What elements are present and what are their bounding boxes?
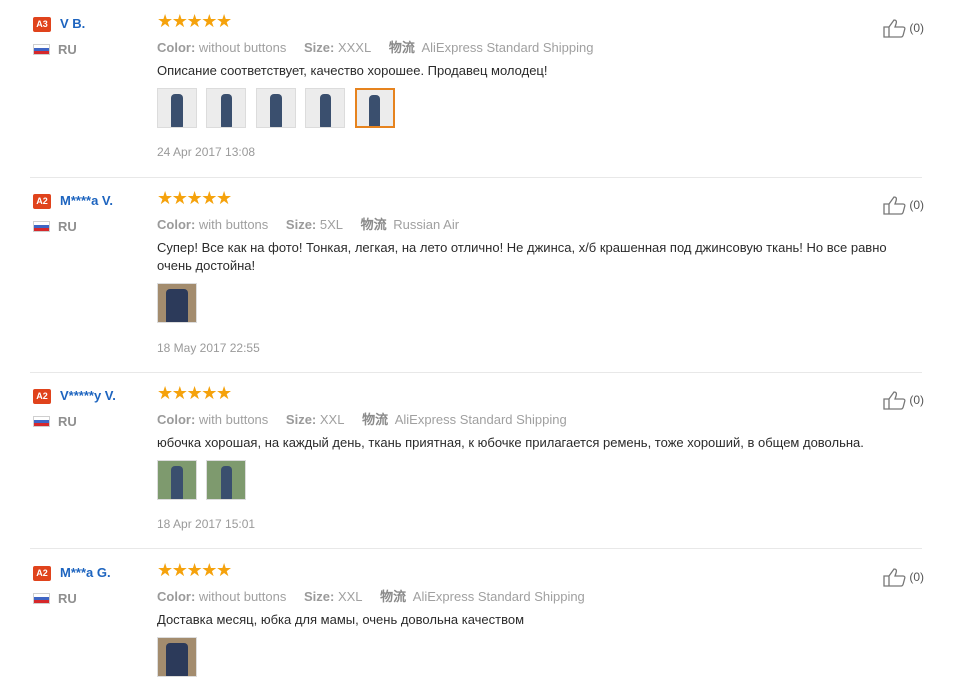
order-attributes: Color: with buttons Size: XXL 物流 AliExpr… — [157, 409, 581, 428]
shipping-label: 物流 — [380, 589, 407, 604]
review-item: A3 V B. RU ★★★★★ Color: without buttons … — [30, 11, 924, 178]
reviewer-name-link[interactable]: M****a V. — [60, 193, 113, 208]
color-label: Color: — [157, 40, 196, 55]
star-rating: ★★★★★ — [157, 11, 232, 31]
color-value: with buttons — [198, 217, 269, 232]
review-date: 24 Apr 2017 13:08 — [157, 145, 256, 159]
review-photo-thumbnail[interactable] — [157, 283, 197, 323]
review-text: Супер! Все как на фото! Тонкая, легкая, … — [157, 240, 887, 273]
size-value: XXL — [337, 589, 363, 604]
review-text: юбочка хорошая, на каждый день, ткань пр… — [157, 435, 864, 450]
color-value: without buttons — [198, 40, 287, 55]
thumbs-up-icon — [883, 196, 906, 215]
review-photo-thumbnail[interactable] — [157, 637, 197, 677]
size-label: Size: — [285, 412, 317, 427]
helpful-count: (0) — [909, 21, 924, 35]
star-rating: ★★★★★ — [157, 188, 232, 208]
star-rating: ★★★★★ — [157, 383, 232, 403]
review-photos — [157, 460, 251, 500]
size-label: Size: — [285, 217, 317, 232]
review-item: A2 M****a V. RU ★★★★★ Color: with button… — [30, 188, 924, 373]
reviewer-country: RU — [58, 591, 77, 606]
shipping-value: AliExpress Standard Shipping — [421, 40, 594, 55]
color-value: with buttons — [198, 412, 269, 427]
size-label: Size: — [303, 589, 335, 604]
buyer-level-badge: A2 — [33, 194, 51, 209]
review-item: A2 V*****y V. RU ★★★★★ Color: with butto… — [30, 383, 924, 549]
helpful-count: (0) — [909, 393, 924, 407]
russia-flag-icon — [33, 593, 50, 604]
helpful-count: (0) — [909, 570, 924, 584]
review-photos — [157, 637, 202, 677]
star-rating: ★★★★★ — [157, 560, 232, 580]
helpful-button[interactable]: (0) — [883, 18, 924, 38]
thumbs-up-icon — [883, 391, 906, 410]
russia-flag-icon — [33, 44, 50, 55]
thumbs-up-icon — [883, 19, 906, 38]
helpful-count: (0) — [909, 198, 924, 212]
size-value: 5XL — [319, 217, 344, 232]
color-label: Color: — [157, 589, 196, 604]
helpful-button[interactable]: (0) — [883, 195, 924, 215]
reviewer-name-link[interactable]: M***a G. — [60, 565, 111, 580]
order-attributes: Color: with buttons Size: 5XL 物流 Russian… — [157, 214, 473, 233]
shipping-value: AliExpress Standard Shipping — [394, 412, 567, 427]
order-attributes: Color: without buttons Size: XXXL 物流 Ali… — [157, 37, 607, 56]
helpful-button[interactable]: (0) — [883, 567, 924, 587]
russia-flag-icon — [33, 416, 50, 427]
shipping-label: 物流 — [360, 217, 387, 232]
buyer-level-badge: A2 — [33, 566, 51, 581]
reviewer-name-link[interactable]: V*****y V. — [60, 388, 116, 403]
buyer-level-badge: A3 — [33, 17, 51, 32]
reviewer-country: RU — [58, 42, 77, 57]
review-photo-thumbnail[interactable] — [206, 88, 247, 128]
reviewer-country: RU — [58, 414, 77, 429]
color-label: Color: — [157, 217, 196, 232]
review-photo-thumbnail[interactable] — [157, 88, 197, 128]
shipping-value: AliExpress Standard Shipping — [412, 589, 585, 604]
review-photos — [157, 283, 202, 323]
shipping-value: Russian Air — [393, 217, 460, 232]
review-photo-thumbnail[interactable] — [305, 88, 346, 128]
color-label: Color: — [157, 412, 196, 427]
russia-flag-icon — [33, 221, 50, 232]
size-label: Size: — [303, 40, 335, 55]
order-attributes: Color: without buttons Size: XXL 物流 AliE… — [157, 586, 599, 605]
review-photo-thumbnail[interactable] — [206, 460, 247, 500]
reviewer-country: RU — [58, 219, 77, 234]
buyer-level-badge: A2 — [33, 389, 51, 404]
review-date: 18 May 2017 22:55 — [157, 341, 260, 355]
size-value: XXXL — [337, 40, 372, 55]
thumbs-up-icon — [883, 568, 906, 587]
reviewer-name-link[interactable]: V B. — [60, 16, 85, 31]
shipping-label: 物流 — [362, 412, 389, 427]
review-date: 18 Apr 2017 15:01 — [157, 517, 256, 531]
review-photos — [157, 88, 400, 128]
review-item: A2 M***a G. RU ★★★★★ Color: without butt… — [30, 560, 924, 683]
review-text: Доставка месяц, юбка для мамы, очень дов… — [157, 612, 525, 627]
helpful-button[interactable]: (0) — [883, 390, 924, 410]
review-photo-thumbnail[interactable] — [157, 460, 197, 500]
color-value: without buttons — [198, 589, 287, 604]
review-photo-thumbnail-selected[interactable] — [354, 88, 395, 128]
review-text: Описание соответствует, качество хорошее… — [157, 63, 548, 78]
review-photo-thumbnail[interactable] — [255, 88, 296, 128]
shipping-label: 物流 — [388, 40, 415, 55]
size-value: XXL — [319, 412, 345, 427]
